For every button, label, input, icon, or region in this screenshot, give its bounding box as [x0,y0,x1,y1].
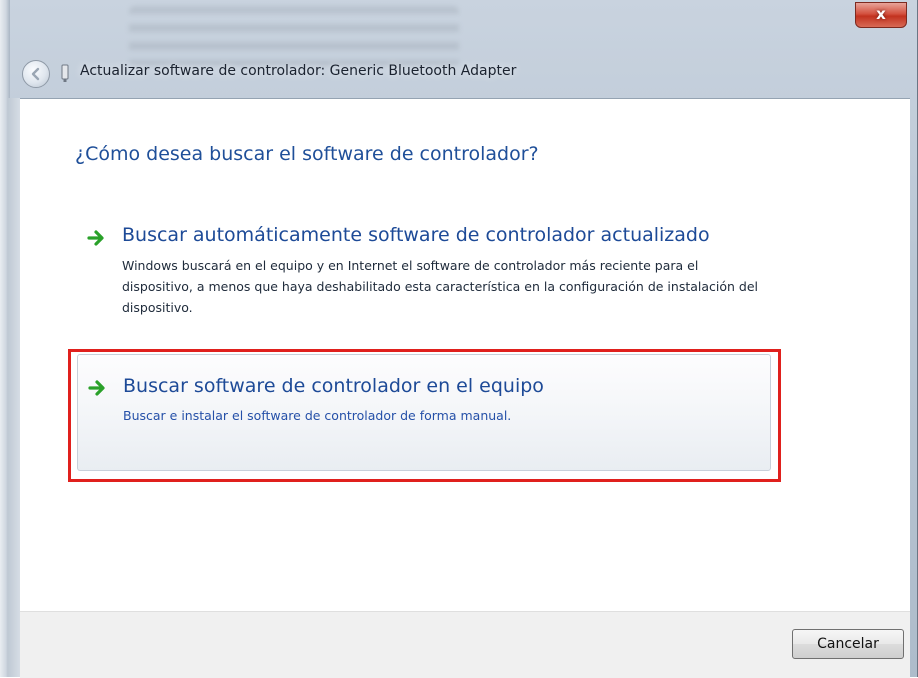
option-search-automatically[interactable]: Buscar automáticamente software de contr… [75,211,775,331]
option-description: Buscar e instalar el software de control… [123,408,512,423]
page-heading: ¿Cómo desea buscar el software de contro… [75,143,539,165]
left-margin [8,98,20,677]
cancel-button[interactable]: Cancelar [792,629,904,659]
green-arrow-icon [87,230,104,246]
dialog-footer: Cancelar [20,611,910,678]
green-arrow-icon [88,380,105,396]
option-title[interactable]: Buscar software de controlador en el equ… [123,375,544,397]
option-title[interactable]: Buscar automáticamente software de contr… [122,224,710,246]
update-driver-window: x Actualizar software de controlador: Ge… [0,0,918,678]
device-icon [60,64,70,84]
background-blur [129,6,459,66]
back-arrow-icon[interactable] [22,60,50,88]
option-description: Windows buscará en el equipo y en Intern… [122,258,759,315]
option-browse-computer[interactable]: Buscar software de controlador en el equ… [77,354,771,471]
close-button[interactable]: x [855,2,907,28]
dialog-content: ¿Cómo desea buscar el software de contro… [20,98,910,678]
window-title: Actualizar software de controlador: Gene… [80,63,517,79]
